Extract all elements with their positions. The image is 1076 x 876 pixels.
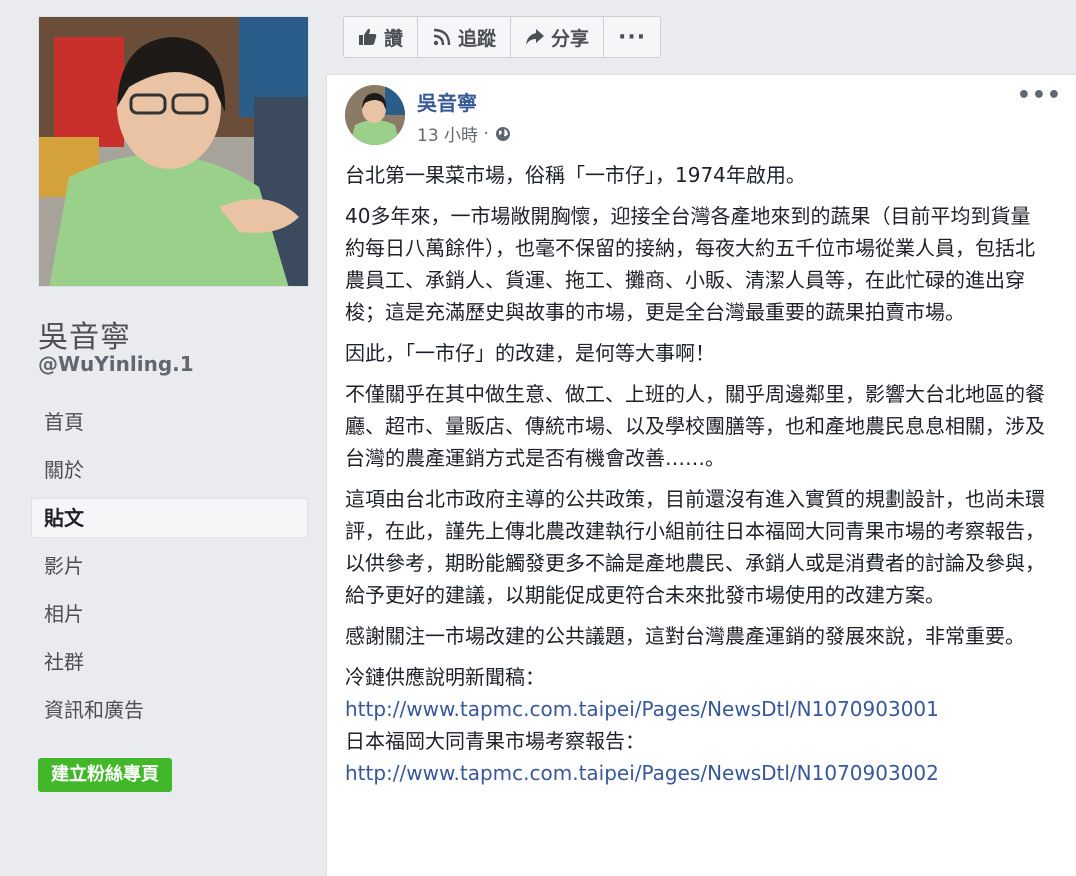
rss-icon (433, 28, 451, 46)
thumbs-up-icon (359, 28, 377, 45)
post-paragraph: 因此，「一市仔」的改建，是何等大事啊！ (345, 341, 715, 365)
post-timestamp[interactable]: 13 小時 (417, 121, 478, 146)
follow-button[interactable]: 追蹤 (418, 17, 512, 57)
share-arrow-icon (526, 29, 545, 45)
profile-picture[interactable] (38, 16, 309, 287)
post-body: 台北第一果菜市場，俗稱「一市仔」，1974年啟用。 40多年來，一市場敞開胸懷，… (345, 159, 1050, 789)
nav-item-community[interactable]: 社群 (31, 642, 308, 682)
nav-item-info-ads[interactable]: 資訊和廣告 (31, 690, 308, 730)
globe-icon (495, 126, 510, 141)
nav-item-home[interactable]: 首頁 (31, 402, 308, 442)
nav-item-about[interactable]: 關於 (31, 450, 308, 490)
link2-caption: 日本福岡大同青果市場考察報告： (345, 729, 645, 753)
left-column: 吳音寧 @WuYinling.1 首頁 關於 貼文 影片 相片 社群 資訊和廣告… (0, 0, 326, 876)
like-label: 讚 (384, 27, 404, 50)
post-author[interactable]: 吳音寧 (417, 87, 477, 116)
nav-item-videos[interactable]: 影片 (31, 546, 308, 586)
post-paragraph: 不僅關乎在其中做生意、做工、上班的人，關乎周邊鄰里，影響大台北地區的餐廳、超市、… (345, 382, 1045, 470)
post-meta: 13 小時 · (417, 121, 511, 146)
create-page-button[interactable]: 建立粉絲專頁 (38, 758, 172, 792)
share-button[interactable]: 分享 (511, 17, 605, 57)
page-nav: 首頁 關於 貼文 影片 相片 社群 資訊和廣告 (31, 402, 308, 738)
avatar[interactable] (345, 85, 405, 145)
nav-item-photos[interactable]: 相片 (31, 594, 308, 634)
follow-label: 追蹤 (458, 27, 497, 50)
press-release-link[interactable]: http://www.tapmc.com.taipei/Pages/NewsDt… (345, 693, 1050, 725)
like-button[interactable]: 讚 (344, 17, 419, 57)
page-action-toolbar: 讚 追蹤 分享 ··· (343, 16, 662, 58)
post-paragraph: 這項由台北市政府主導的公共政策，目前還沒有進入實質的規劃設計，也尚未環評，在此，… (345, 487, 1045, 607)
post-paragraph: 台北第一果菜市場，俗稱「一市仔」，1974年啟用。 (345, 163, 806, 187)
post-options-button[interactable]: ••• (1017, 83, 1062, 108)
post-card: 吳音寧 13 小時 · ••• 台北第一果菜市場，俗稱「一市仔」，1974年啟用… (326, 74, 1076, 876)
link1-caption: 冷鏈供應說明新聞稿： (345, 665, 545, 689)
post-paragraph: 感謝關注一市場改建的公共議題，這對台灣農產運銷的發展來說，非常重要。 (345, 624, 1025, 648)
post-links: 冷鏈供應說明新聞稿： http://www.tapmc.com.taipei/P… (345, 661, 1050, 789)
inspection-report-link[interactable]: http://www.tapmc.com.taipei/Pages/NewsDt… (345, 757, 1050, 789)
more-options-button[interactable]: ··· (604, 17, 660, 57)
page-name[interactable]: 吳音寧 (38, 312, 131, 356)
post-paragraph: 40多年來，一市場敞開胸懷，迎接全台灣各產地來到的蔬果（目前平均到貨量約每日八萬… (345, 204, 1035, 324)
share-label: 分享 (551, 27, 590, 50)
page-handle[interactable]: @WuYinling.1 (38, 352, 194, 376)
nav-item-posts[interactable]: 貼文 (31, 498, 308, 538)
